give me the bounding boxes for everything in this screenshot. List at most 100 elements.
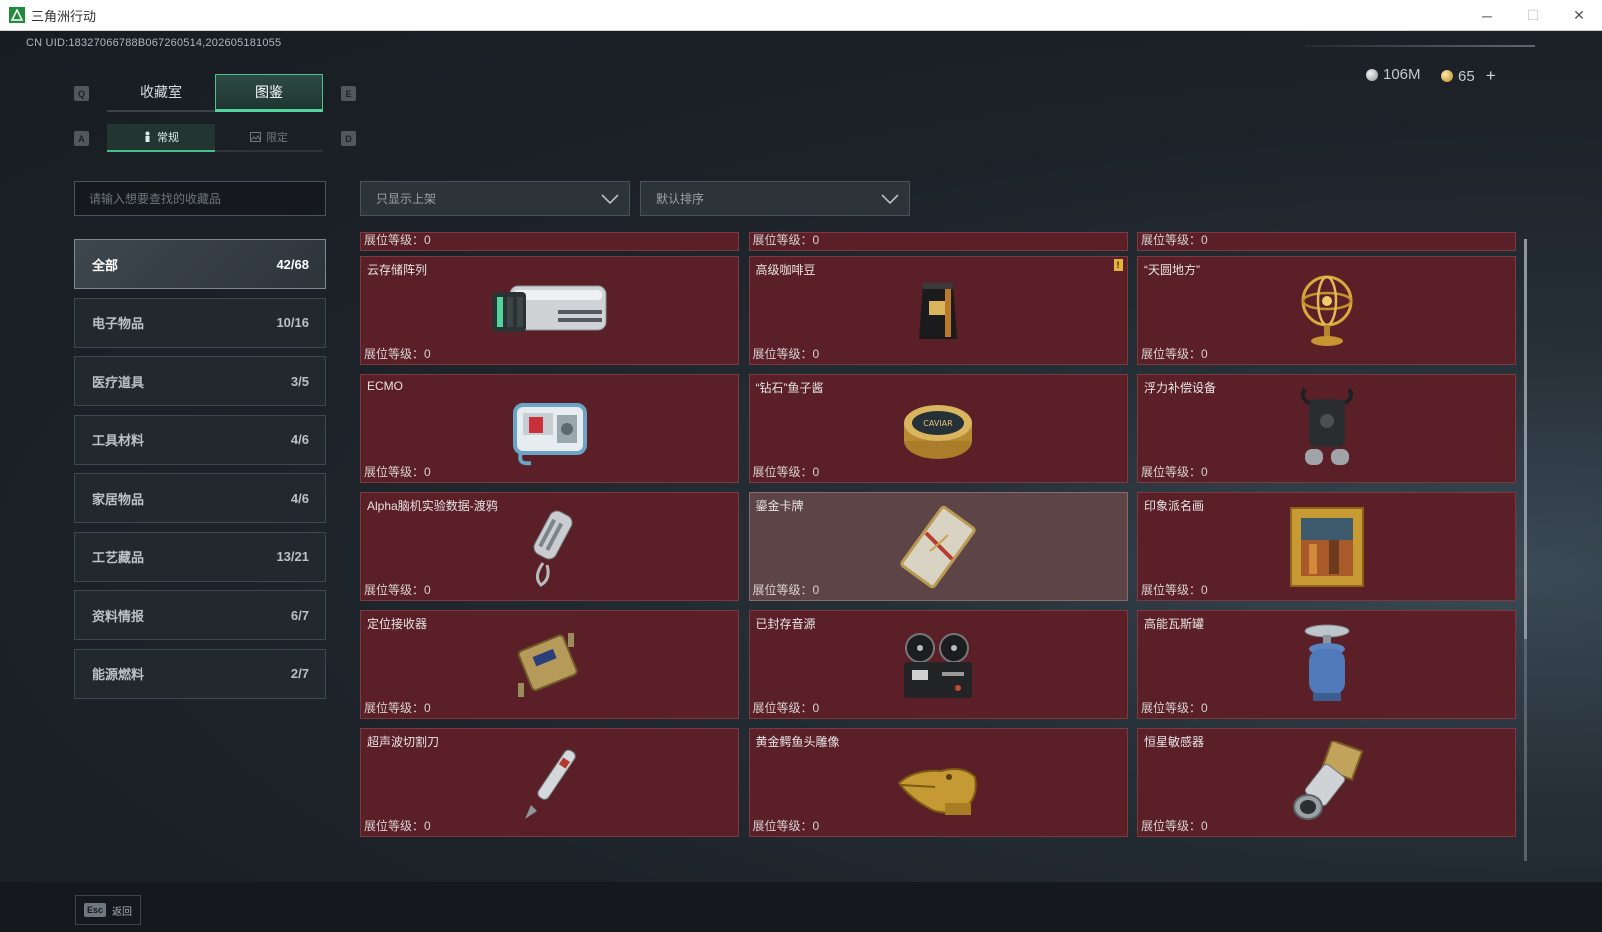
gas-canister-icon (1304, 624, 1349, 701)
collection-card[interactable]: “钻石”鱼子酱 CAVIAR 展位等级：0 (748, 374, 1128, 483)
app-logo-icon (9, 7, 25, 23)
server-array-icon (491, 285, 606, 332)
maximize-button[interactable]: ☐ (1510, 0, 1556, 31)
category-label: 医疗道具 (92, 374, 145, 390)
close-button[interactable]: ✕ (1556, 0, 1602, 31)
silver-coin-icon (1366, 68, 1378, 81)
category-label: 工艺藏品 (92, 550, 145, 565)
card-level: 展位等级：0 (1141, 819, 1208, 833)
collection-card[interactable]: 高级咖啡豆 ! 展位等级：0 (748, 256, 1128, 365)
back-button[interactable]: Esc 返回 (75, 895, 141, 925)
category-count: 10/16 (276, 315, 309, 330)
collection-card-partial[interactable]: 展位等级：0 (360, 232, 739, 251)
shelf-filter-value: 只显示上架 (376, 192, 437, 206)
key-hint-d: D (341, 131, 356, 146)
card-level: 展位等级：0 (1141, 465, 1208, 479)
player-uid: CN UID:18327066788B067260514,20260518105… (26, 37, 282, 49)
subtab-limited[interactable]: 限定 (215, 124, 323, 152)
card-name: 黄金鳄鱼头雕像 (755, 735, 840, 749)
category-list: 全部 42/68 电子物品 10/16 医疗道具 3/5 工具材料 4/6 家居物品 4/… (74, 239, 326, 707)
collection-card[interactable]: 高能瓦斯罐 展位等级：0 (1137, 610, 1516, 719)
card-name: ECMO (367, 379, 403, 393)
golden-crocodile-icon (897, 767, 977, 815)
currency-gold-value: 65 (1458, 67, 1475, 85)
card-level: 展位等级：0 (1141, 347, 1208, 361)
category-count: 42/68 (276, 256, 309, 272)
coffee-bag-icon (919, 282, 957, 339)
category-medical[interactable]: 医疗道具 3/5 (74, 356, 326, 406)
shelf-filter-dropdown[interactable]: 只显示上架 (360, 181, 630, 216)
category-intel[interactable]: 资料情报 6/7 (74, 590, 326, 640)
card-name: 已封存音源 (755, 617, 816, 631)
category-all[interactable]: 全部 42/68 (74, 239, 326, 289)
collection-card[interactable]: Alpha脑机实验数据-渡鸦 展位等级：0 (360, 492, 739, 601)
category-crafts[interactable]: 工艺藏品 13/21 (74, 531, 326, 582)
collection-card-partial[interactable]: 展位等级：0 (1137, 232, 1516, 251)
card-level: 展位等级：0 (752, 819, 820, 833)
key-hint-q: Q (74, 86, 89, 101)
collection-card[interactable]: 定位接收器 展位等级：0 (360, 610, 739, 719)
star-sensor-icon (1292, 740, 1363, 820)
esc-key-hint: Esc (84, 903, 107, 917)
game-viewport: CN UID:18327066788B067260514,20260518105… (0, 31, 1602, 932)
category-electronics[interactable]: 电子物品 10/16 (74, 297, 326, 348)
card-level: 展位等级：0 (1141, 233, 1208, 247)
collection-grid-cards: 云存储阵列 展位等级：0 高级咖啡豆 ! 展位等级：0 “天圆地方” 展位等级：… (360, 256, 1516, 837)
collection-card[interactable]: 印象派名画 展位等级：0 (1137, 492, 1516, 601)
card-name: 鎏金卡牌 (755, 499, 804, 513)
back-label: 返回 (112, 906, 133, 918)
sub-tabs: 常规 限定 (107, 124, 323, 152)
minimize-button[interactable]: ─ (1464, 0, 1510, 31)
card-name: Alpha脑机实验数据-渡鸦 (367, 499, 498, 513)
tab-catalog[interactable]: 图鉴 (215, 74, 323, 112)
collection-card[interactable]: “天圆地方” 展位等级：0 (1137, 256, 1516, 365)
category-label: 能源燃料 (92, 667, 145, 682)
collection-card[interactable]: 浮力补偿设备 展位等级：0 (1137, 374, 1516, 483)
card-level: 展位等级：0 (1141, 583, 1208, 597)
category-energy[interactable]: 能源燃料 2/7 (74, 648, 326, 699)
category-label: 工具材料 (92, 433, 145, 448)
collection-card[interactable]: ECMO 展位等级：0 (360, 374, 739, 483)
card-level: 展位等级：0 (1141, 701, 1208, 715)
tab-collection-room[interactable]: 收藏室 (107, 74, 215, 112)
gilded-card-icon (900, 505, 976, 588)
category-tools[interactable]: 工具材料 4/6 (74, 414, 326, 465)
collection-card[interactable]: 恒星敏感器 展位等级：0 (1137, 728, 1516, 837)
collection-card[interactable]: 黄金鳄鱼头雕像 展位等级：0 (748, 728, 1128, 837)
key-hint-e: E (341, 86, 356, 101)
collection-card[interactable]: 已封存音源 展位等级：0 (748, 610, 1128, 719)
card-name: 印象派名画 (1144, 499, 1205, 513)
buoyancy-device-icon (1300, 387, 1353, 465)
search-input[interactable]: 请输入想要查找的收藏品 (74, 181, 326, 216)
subtab-limited-label: 限定 (266, 132, 288, 144)
card-level: 展位等级：0 (364, 701, 431, 715)
data-capsule-icon (532, 509, 573, 587)
figure-icon (145, 131, 150, 142)
card-level: 展位等级：0 (364, 819, 431, 833)
category-count: 13/21 (276, 549, 309, 564)
collection-card-partial[interactable]: 展位等级：0 (748, 232, 1128, 251)
category-household[interactable]: 家居物品 4/6 (74, 473, 326, 523)
armillary-sphere-icon (1301, 275, 1352, 346)
category-count: 2/7 (290, 666, 309, 681)
grid-scroll-thumb[interactable] (1524, 239, 1527, 639)
add-currency-button[interactable]: + (1486, 66, 1496, 86)
chevron-down-icon (601, 193, 619, 204)
svg-text:CAVIAR: CAVIAR (923, 419, 953, 428)
card-level: 展位等级：0 (752, 233, 820, 247)
collection-card[interactable]: 超声波切割刀 展位等级：0 (360, 728, 739, 837)
sort-dropdown[interactable]: 默认排序 (640, 181, 910, 216)
category-label: 电子物品 (92, 316, 145, 331)
currency-silver: 106M (1366, 66, 1421, 83)
subtab-regular[interactable]: 常规 (107, 124, 215, 152)
category-count: 4/6 (290, 490, 309, 506)
key-hint-a: A (74, 131, 89, 146)
header-divider (1305, 45, 1535, 47)
collection-card[interactable]: 云存储阵列 展位等级：0 (360, 256, 739, 365)
card-name: “天圆地方” (1144, 263, 1200, 277)
category-count: 4/6 (290, 432, 309, 447)
card-level: 展位等级：0 (364, 347, 431, 361)
category-label: 家居物品 (92, 491, 145, 507)
card-level: 展位等级：0 (364, 465, 431, 479)
collection-card-selected[interactable]: 鎏金卡牌 展位等级：0 (748, 492, 1128, 601)
